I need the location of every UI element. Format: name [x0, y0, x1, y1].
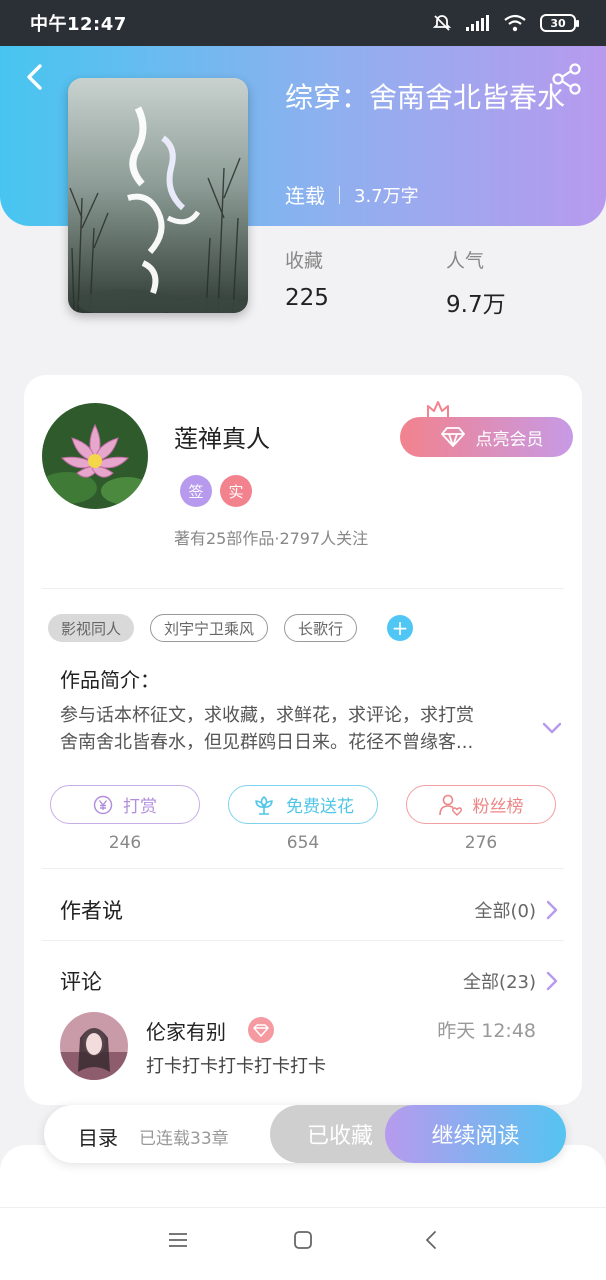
back-nav-icon[interactable]: [422, 1230, 442, 1250]
book-cover-art: [68, 78, 248, 313]
wifi-icon: [504, 14, 526, 32]
verified-badge: 实: [220, 475, 252, 507]
stat-popularity-value: 9.7万: [446, 292, 506, 318]
send-flower-label: 免费送花: [286, 797, 354, 817]
commenter-avatar[interactable]: [60, 1012, 128, 1080]
intro-line: 舍南舍北皆春水，但见群鸥日日来。花径不曾缘客...: [60, 732, 474, 753]
chevron-right-icon: [546, 971, 558, 991]
system-nav-bar: [0, 1207, 606, 1280]
fan-ranking-count: 276: [464, 833, 498, 853]
mute-icon: [432, 15, 452, 31]
stat-favorites: 收藏 225: [285, 246, 329, 311]
author-says-more[interactable]: 全部(0): [475, 897, 559, 923]
author-says-title: 作者说: [60, 899, 123, 923]
flower-count: 654: [286, 833, 320, 853]
battery-icon: 30: [540, 14, 579, 32]
tip-button-label: 打赏: [123, 797, 157, 817]
author-stats: 著有25部作品·2797人关注: [174, 529, 369, 548]
meta-divider: [339, 185, 340, 204]
stat-popularity: 人气 9.7万: [446, 246, 506, 319]
intro-line: 参与话本杯征文，求收藏，求鲜花，求评论，求打赏: [60, 705, 474, 726]
comments-title: 评论: [60, 970, 102, 994]
author-avatar[interactable]: [42, 403, 148, 509]
fan-ranking-label: 粉丝榜: [472, 797, 524, 817]
book-meta: 连载 3.7万字: [285, 180, 419, 209]
book-status: 连载: [285, 184, 325, 208]
book-word-count: 3.7万字: [354, 185, 419, 207]
toc-button[interactable]: 目录: [78, 1122, 118, 1151]
author-name[interactable]: 莲禅真人: [174, 419, 270, 454]
yen-coin-icon: [93, 795, 113, 814]
bottom-action-bar: 目录 已连载33章 已收藏 继续阅读: [44, 1105, 566, 1163]
send-flower-button[interactable]: 免费送花: [228, 785, 378, 824]
intro-text[interactable]: 参与话本杯征文，求收藏，求鲜花，求评论，求打赏 舍南舍北皆春水，但见群鸥日日来。…: [60, 702, 530, 756]
stat-favorites-label: 收藏: [285, 250, 324, 272]
status-time: 中午12:47: [30, 14, 127, 35]
chevron-right-icon: [546, 900, 558, 920]
status-icons: 30: [432, 13, 579, 33]
divider: [42, 588, 564, 589]
diamond-icon: [248, 1017, 274, 1043]
tag-list: 影视同人 刘宇宁卫乘风 长歌行 +: [48, 614, 414, 642]
fan-ranking-button[interactable]: 粉丝榜: [406, 785, 556, 824]
divider: [42, 940, 564, 941]
intro-title: 作品简介：: [60, 668, 160, 692]
tip-count: 246: [108, 833, 142, 853]
stat-popularity-label: 人气: [446, 250, 485, 272]
tip-button[interactable]: 打赏: [50, 785, 200, 824]
lotus-avatar-image: [42, 403, 148, 509]
comment-time: 昨天 12:48: [437, 1020, 536, 1042]
continue-reading-button[interactable]: 继续阅读: [385, 1105, 566, 1163]
stat-favorites-value: 225: [285, 285, 329, 311]
battery-level: 30: [550, 16, 566, 30]
back-icon[interactable]: [20, 62, 50, 92]
user-heart-icon: [438, 794, 462, 816]
book-detail-card: 莲禅真人 签 实 著有25部作品·2797人关注 点亮会员 影视同人 刘宇宁卫乘…: [24, 375, 582, 1105]
signal-icon: [466, 15, 489, 31]
flower-icon: [255, 795, 273, 815]
vip-button[interactable]: 点亮会员: [400, 417, 573, 457]
diamond-icon: [440, 427, 465, 447]
book-title: 综穿：舍南舍北皆春水: [285, 81, 566, 114]
menu-icon[interactable]: [168, 1230, 188, 1250]
vip-button-label: 点亮会员: [475, 429, 544, 450]
chevron-down-icon[interactable]: [540, 719, 564, 737]
tag-item[interactable]: 长歌行: [284, 614, 358, 642]
tag-item[interactable]: 刘宇宁卫乘风: [150, 614, 269, 642]
comment-text: 打卡打卡打卡打卡打卡: [146, 1056, 326, 1077]
status-bar: 中午12:47 30: [0, 0, 606, 46]
signed-badge: 签: [180, 475, 212, 507]
author-says-count: 全部(0): [474, 901, 537, 922]
tag-item[interactable]: 影视同人: [48, 614, 135, 642]
add-tag-button[interactable]: +: [387, 615, 414, 641]
home-icon[interactable]: [293, 1230, 313, 1250]
comments-more[interactable]: 全部(23): [463, 968, 558, 994]
comments-count: 全部(23): [463, 972, 536, 993]
commenter-name[interactable]: 伦家有别: [146, 1016, 226, 1045]
divider: [42, 868, 564, 869]
toc-chapter-count: 已连载33章: [139, 1129, 229, 1149]
commenter-avatar-image: [60, 1012, 128, 1080]
book-cover[interactable]: [68, 78, 248, 313]
